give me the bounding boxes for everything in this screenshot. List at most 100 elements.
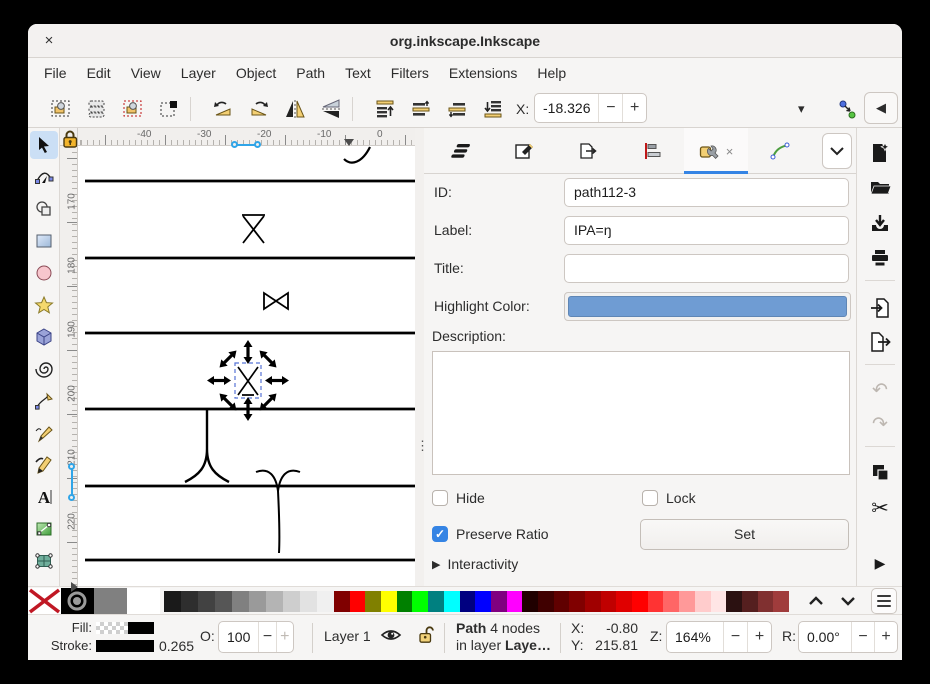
vertical-ruler[interactable]: 170180190200210220 xyxy=(60,146,78,586)
stroke-swatch[interactable] xyxy=(96,640,154,652)
tab-export[interactable] xyxy=(556,128,620,174)
tab-layers[interactable] xyxy=(428,128,492,174)
menu-path[interactable]: Path xyxy=(286,61,335,85)
preserve-ratio-checkbox[interactable]: ✓ xyxy=(432,526,448,542)
highlight-color-button[interactable] xyxy=(564,292,851,321)
palette-swatch[interactable] xyxy=(249,591,266,612)
menu-extensions[interactable]: Extensions xyxy=(439,61,527,85)
selector-tool[interactable] xyxy=(30,131,58,159)
palette-swatch[interactable] xyxy=(711,591,727,612)
palette-swatch[interactable] xyxy=(198,591,215,612)
palette-swatch[interactable] xyxy=(215,591,232,612)
menu-layer[interactable]: Layer xyxy=(171,61,226,85)
print-icon[interactable] xyxy=(867,245,893,271)
palette-gray-swatch[interactable] xyxy=(94,588,127,614)
palette-swatch[interactable] xyxy=(283,591,300,612)
snapping-icon[interactable] xyxy=(834,96,860,122)
lock-checkbox[interactable] xyxy=(642,490,658,506)
calligraphy-tool[interactable] xyxy=(30,451,58,479)
palette-swatch[interactable] xyxy=(444,591,460,612)
x-coordinate-input[interactable]: -18.326 − + xyxy=(534,93,647,123)
palette-swatch[interactable] xyxy=(397,591,413,612)
menu-help[interactable]: Help xyxy=(527,61,576,85)
palette-swatch[interactable] xyxy=(266,591,283,612)
hide-checkbox-row[interactable]: Hide xyxy=(432,490,485,506)
box-3d-tool[interactable] xyxy=(30,323,58,351)
menu-filters[interactable]: Filters xyxy=(381,61,439,85)
document-new-icon[interactable] xyxy=(867,140,893,166)
deselect-icon[interactable] xyxy=(120,96,146,122)
raise-to-top-icon[interactable] xyxy=(372,96,398,122)
spiral-tool[interactable] xyxy=(30,355,58,383)
palette-swatch[interactable] xyxy=(507,591,523,612)
palette-swatch[interactable] xyxy=(585,591,601,612)
palette-swatch[interactable] xyxy=(726,591,742,612)
opacity-decrement[interactable]: − xyxy=(258,622,275,652)
palette-swatch[interactable] xyxy=(365,591,381,612)
zoom-input[interactable]: 164% − + xyxy=(666,621,772,653)
description-textarea[interactable] xyxy=(432,351,850,475)
x-decrement-button[interactable]: − xyxy=(598,94,622,122)
palette-swatch[interactable] xyxy=(538,591,554,612)
pencil-tool[interactable] xyxy=(30,419,58,447)
tab-object-properties[interactable]: × xyxy=(684,128,748,174)
palette-swatch[interactable] xyxy=(648,591,664,612)
menu-edit[interactable]: Edit xyxy=(77,61,121,85)
lower-to-bottom-icon[interactable] xyxy=(480,96,506,122)
palette-swatch[interactable] xyxy=(632,591,648,612)
selection-box-toggle-icon[interactable] xyxy=(156,96,182,122)
ellipse-tool[interactable] xyxy=(30,259,58,287)
rotation-value[interactable]: 0.00° xyxy=(799,622,851,652)
palette-swatch[interactable] xyxy=(522,591,538,612)
palette-swatch[interactable] xyxy=(381,591,397,612)
tab-fill-stroke[interactable] xyxy=(492,128,556,174)
hide-checkbox[interactable] xyxy=(432,490,448,506)
lower-icon[interactable] xyxy=(444,96,470,122)
flip-horizontal-icon[interactable] xyxy=(282,96,308,122)
field-input-title[interactable] xyxy=(564,254,849,283)
set-button[interactable]: Set xyxy=(640,519,849,550)
pen-tool[interactable] xyxy=(30,387,58,415)
duplicate-icon[interactable] xyxy=(867,459,893,485)
palette-swatch[interactable] xyxy=(460,591,476,612)
palette-none-swatch[interactable] xyxy=(28,588,61,614)
field-input-id[interactable]: path112-3 xyxy=(564,178,849,207)
cut-icon[interactable]: ✂ xyxy=(867,495,893,521)
flip-vertical-icon[interactable] xyxy=(318,96,344,122)
rectangle-tool[interactable] xyxy=(30,227,58,255)
lock-checkbox-row[interactable]: Lock xyxy=(642,490,696,506)
layer-visibility-eye-icon[interactable] xyxy=(380,626,402,647)
zoom-value[interactable]: 164% xyxy=(667,622,723,652)
opacity-input[interactable]: 100 − + xyxy=(218,621,294,653)
current-layer-label[interactable]: Layer 1 xyxy=(324,628,371,644)
x-increment-button[interactable]: + xyxy=(622,94,646,122)
stroke-width-value[interactable]: 0.265 xyxy=(159,638,194,654)
guide-lock-icon[interactable] xyxy=(61,129,79,154)
tab-align-distribute[interactable] xyxy=(620,128,684,174)
opacity-increment[interactable]: + xyxy=(276,622,293,652)
document-save-icon[interactable] xyxy=(867,210,893,236)
palette-swatch[interactable] xyxy=(758,591,774,612)
palette-swatch[interactable] xyxy=(164,591,181,612)
undo-icon[interactable]: ↶ xyxy=(867,377,893,403)
palette-swatch[interactable] xyxy=(695,591,711,612)
palette-white-swatch[interactable] xyxy=(127,588,160,614)
menu-file[interactable]: File xyxy=(34,61,77,85)
palette-swatch[interactable] xyxy=(232,591,249,612)
layer-unlocked-icon[interactable] xyxy=(416,625,436,648)
palette-swatch[interactable] xyxy=(601,591,617,612)
palette-swatch[interactable] xyxy=(428,591,444,612)
palette-swatch[interactable] xyxy=(491,591,507,612)
rotation-input[interactable]: 0.00° − + xyxy=(798,621,898,653)
preserve-ratio-row[interactable]: ✓ Preserve Ratio xyxy=(432,526,549,542)
text-tool[interactable]: A xyxy=(30,483,58,511)
palette-swatch[interactable] xyxy=(317,591,334,612)
fill-swatch[interactable] xyxy=(96,622,154,634)
interactivity-expander[interactable]: ▶ Interactivity xyxy=(432,556,518,572)
tab-path-effects[interactable] xyxy=(748,128,812,174)
shape-builder-tool[interactable] xyxy=(30,195,58,223)
rotate-ccw-icon[interactable] xyxy=(210,96,236,122)
rotate-cw-icon[interactable] xyxy=(246,96,272,122)
raise-icon[interactable] xyxy=(408,96,434,122)
rotation-increment[interactable]: + xyxy=(874,622,897,652)
